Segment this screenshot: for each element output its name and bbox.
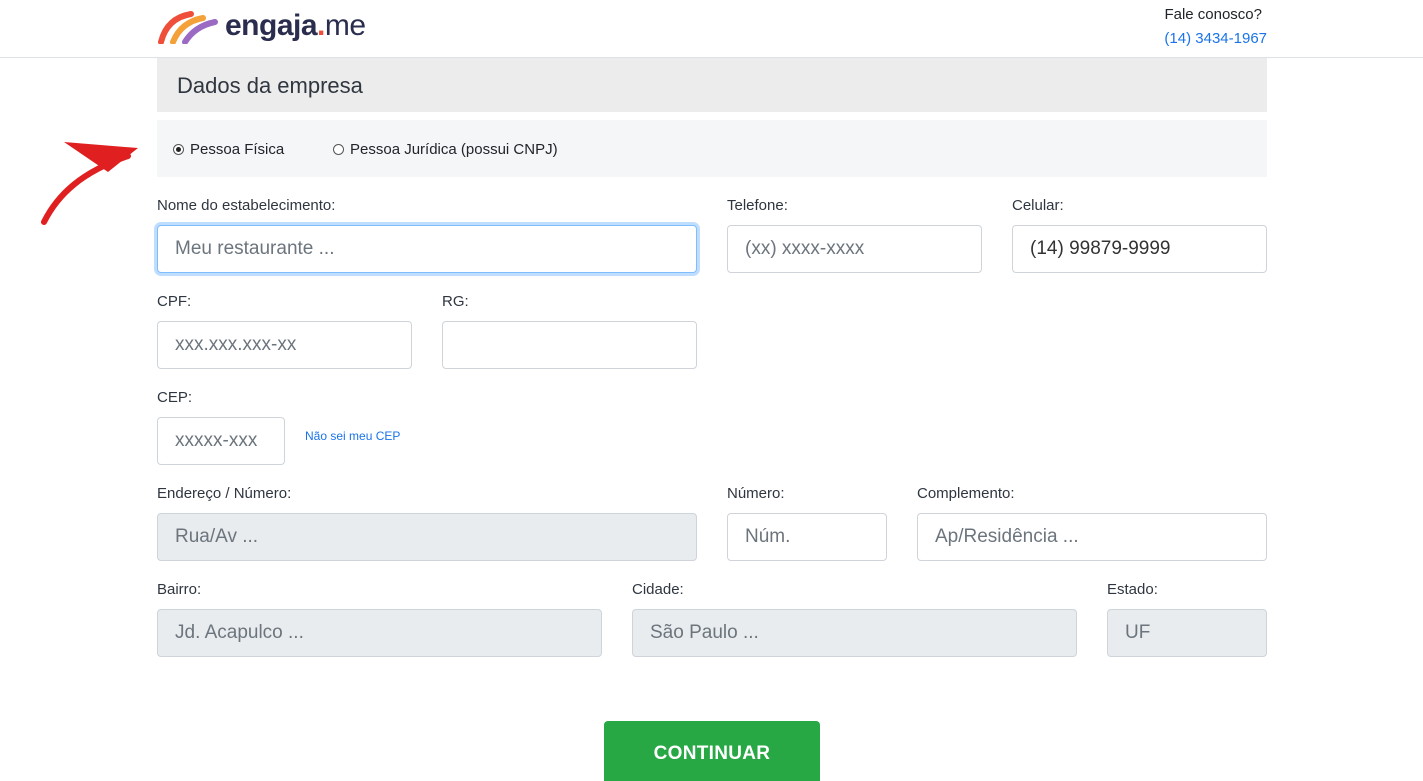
unknown-cep-link[interactable]: Não sei meu CEP [305, 429, 400, 443]
radio-label: Pessoa Física [190, 141, 285, 158]
section-title: Dados da empresa [177, 73, 363, 98]
cep-label: CEP: [157, 389, 193, 406]
contact-phone-link[interactable]: (14) 3434-1967 [1164, 30, 1267, 47]
person-type-group: Pessoa Física Pessoa Jurídica (possui CN… [157, 120, 1267, 177]
state-input[interactable]: UF [1107, 609, 1267, 657]
state-label: Estado: [1107, 581, 1158, 598]
logo-swoosh-icon [158, 11, 218, 44]
cell-label: Celular: [1012, 197, 1064, 214]
name-label: Nome do estabelecimento: [157, 197, 336, 214]
district-input[interactable]: Jd. Acapulco ... [157, 609, 602, 657]
radio-pessoa-fisica[interactable]: Pessoa Física [173, 141, 284, 158]
radio-unchecked-icon[interactable] [333, 144, 344, 155]
district-label: Bairro: [157, 581, 202, 598]
engaja-logo[interactable]: engaja.me [157, 6, 366, 46]
address-label: Endereço / Número: [157, 485, 292, 502]
rg-input[interactable] [442, 321, 697, 369]
complement-input[interactable]: Ap/Residência ... [917, 513, 1267, 561]
radio-label: Pessoa Jurídica (possui CNPJ) [350, 141, 558, 158]
establishment-name-input[interactable]: Meu restaurante ... [157, 225, 697, 273]
cpf-label: CPF: [157, 293, 192, 310]
phone-label: Telefone: [727, 197, 788, 214]
red-arrow-icon [41, 142, 138, 225]
complement-label: Complemento: [917, 485, 1015, 502]
number-label: Número: [727, 485, 785, 502]
cpf-input[interactable]: xxx.xxx.xxx-xx [157, 321, 412, 369]
continue-button[interactable]: CONTINUAR [604, 721, 820, 781]
section-header: Dados da empresa [157, 58, 1267, 112]
address-input[interactable]: Rua/Av ... [157, 513, 697, 561]
cell-input[interactable]: (14) 99879-9999 [1012, 225, 1267, 273]
city-input[interactable]: São Paulo ... [632, 609, 1077, 657]
radio-pessoa-juridica[interactable]: Pessoa Jurídica (possui CNPJ) [333, 141, 558, 158]
top-header: engaja.me Fale conosco? (14) 3434-1967 [0, 0, 1423, 58]
city-label: Cidade: [632, 581, 684, 598]
number-input[interactable]: Núm. [727, 513, 887, 561]
contact-label: Fale conosco? [1164, 6, 1262, 23]
phone-input[interactable]: (xx) xxxx-xxxx [727, 225, 982, 273]
cep-input[interactable]: xxxxx-xxx [157, 417, 285, 465]
logo-wordmark: engaja.me [225, 9, 366, 42]
radio-checked-icon[interactable] [173, 144, 184, 155]
rg-label: RG: [442, 293, 469, 310]
